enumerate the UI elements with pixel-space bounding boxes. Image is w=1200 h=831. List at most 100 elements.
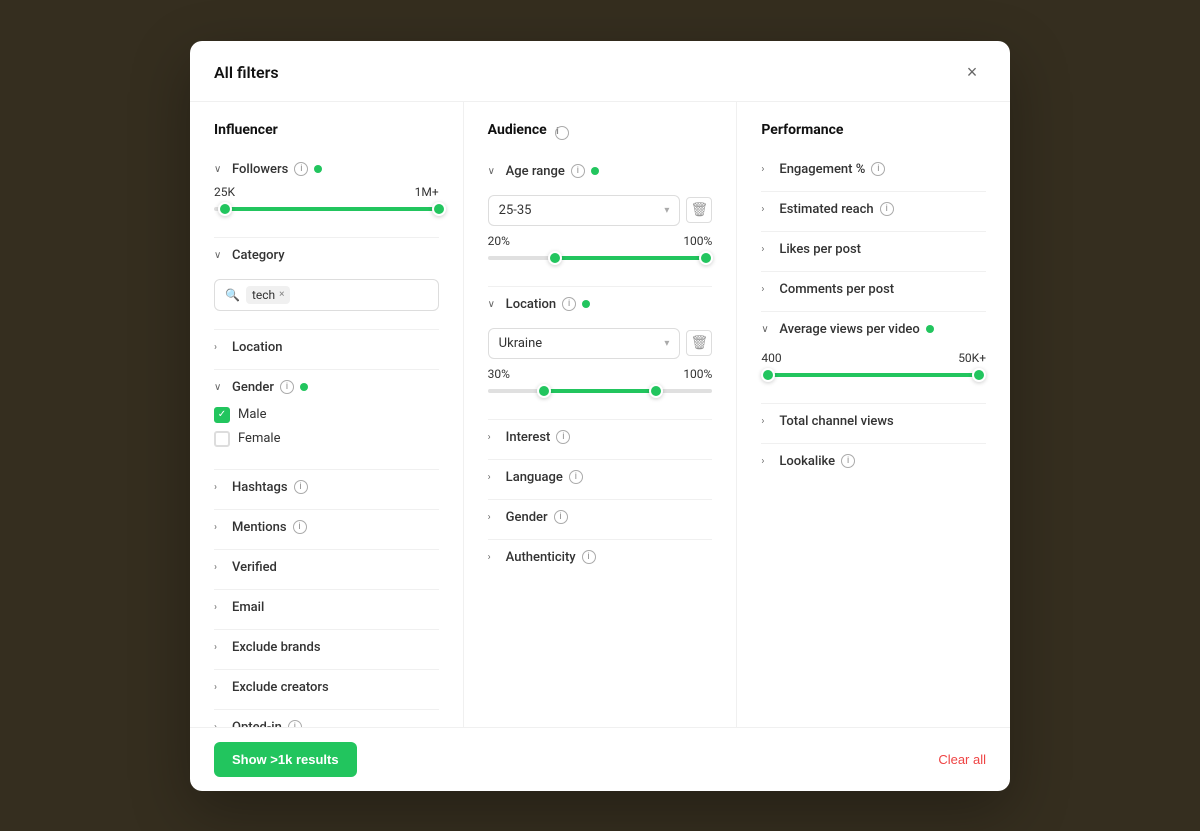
avg-views-max-label: 50K+ <box>958 351 986 365</box>
audience-location-info-icon[interactable]: i <box>562 297 576 311</box>
avg-views-slider-track[interactable] <box>761 373 986 377</box>
opted-in-label: Opted-in <box>232 720 282 727</box>
followers-section-header[interactable]: ∨ Followers i <box>214 154 439 185</box>
avg-views-header[interactable]: ∨ Average views per video <box>761 314 986 345</box>
performance-column: Performance › Engagement % i › Estimated… <box>737 102 1010 727</box>
avg-views-thumb-left[interactable] <box>761 368 775 382</box>
interest-info-icon[interactable]: i <box>556 430 570 444</box>
audience-location-slider-track[interactable] <box>488 389 713 393</box>
mentions-info-icon[interactable]: i <box>293 520 307 534</box>
followers-section: ∨ Followers i 25K 1M+ <box>214 154 439 231</box>
category-tag-remove[interactable]: × <box>279 289 284 300</box>
age-range-select[interactable]: 25-35 ▾ <box>488 195 681 226</box>
followers-slider-track[interactable] <box>214 207 439 211</box>
followers-thumb-right[interactable] <box>432 202 446 216</box>
comments-per-post-header[interactable]: › Comments per post <box>761 274 986 305</box>
audience-gender-header[interactable]: › Gender i <box>488 502 713 533</box>
engagement-section: › Engagement % i <box>761 154 986 185</box>
influencer-gender-dot <box>300 383 308 391</box>
category-section-header[interactable]: ∨ Category <box>214 240 439 271</box>
comments-per-post-section: › Comments per post <box>761 274 986 305</box>
age-range-max-label: 100% <box>683 234 712 248</box>
show-results-button[interactable]: Show >1k results <box>214 742 357 777</box>
exclude-brands-header[interactable]: › Exclude brands <box>214 632 439 663</box>
hashtags-info-icon[interactable]: i <box>294 480 308 494</box>
age-range-thumb-right[interactable] <box>699 251 713 265</box>
clear-all-button[interactable]: Clear all <box>938 752 986 767</box>
age-range-min-label: 20% <box>488 234 510 248</box>
likes-per-post-header[interactable]: › Likes per post <box>761 234 986 265</box>
all-filters-modal: All filters × Influencer ∨ Followers i 2… <box>190 41 1010 791</box>
audience-location-min-label: 30% <box>488 367 510 381</box>
exclude-brands-label: Exclude brands <box>232 640 321 655</box>
total-channel-views-header[interactable]: › Total channel views <box>761 406 986 437</box>
audience-location-header[interactable]: ∨ Location i <box>488 289 713 320</box>
audience-location-thumb-left[interactable] <box>537 384 551 398</box>
age-range-header[interactable]: ∨ Age range i <box>488 156 713 187</box>
close-button[interactable]: × <box>958 59 986 87</box>
estimated-reach-info-icon[interactable]: i <box>880 202 894 216</box>
audience-location-max-label: 100% <box>683 367 712 381</box>
age-range-slider-track[interactable] <box>488 256 713 260</box>
followers-thumb-left[interactable] <box>218 202 232 216</box>
influencer-gender-header[interactable]: ∨ Gender i <box>214 372 439 403</box>
category-search-box[interactable]: 🔍 tech × <box>214 279 439 311</box>
verified-header[interactable]: › Verified <box>214 552 439 583</box>
category-section: ∨ Category 🔍 tech × <box>214 240 439 323</box>
email-chevron: › <box>214 602 226 613</box>
exclude-creators-header[interactable]: › Exclude creators <box>214 672 439 703</box>
authenticity-header[interactable]: › Authenticity i <box>488 542 713 573</box>
avg-views-slider-fill <box>768 373 979 377</box>
followers-max-label: 1M+ <box>415 185 439 199</box>
email-header[interactable]: › Email <box>214 592 439 623</box>
followers-slider-content: 25K 1M+ <box>214 185 439 211</box>
followers-info-icon[interactable]: i <box>294 162 308 176</box>
language-info-icon[interactable]: i <box>569 470 583 484</box>
age-range-info-icon[interactable]: i <box>571 164 585 178</box>
lookalike-header[interactable]: › Lookalike i <box>761 446 986 477</box>
male-checkbox[interactable] <box>214 407 230 423</box>
audience-gender-info-icon[interactable]: i <box>554 510 568 524</box>
audience-location-slider-fill <box>544 389 656 393</box>
audience-location-thumb-right[interactable] <box>649 384 663 398</box>
age-range-thumb-left[interactable] <box>548 251 562 265</box>
audience-location-select[interactable]: Ukraine ▾ <box>488 328 681 359</box>
hashtags-chevron: › <box>214 482 226 493</box>
audience-location-label: Location <box>506 297 556 312</box>
verified-section: › Verified <box>214 552 439 583</box>
mentions-header[interactable]: › Mentions i <box>214 512 439 543</box>
estimated-reach-header[interactable]: › Estimated reach i <box>761 194 986 225</box>
followers-active-dot <box>314 165 322 173</box>
engagement-info-icon[interactable]: i <box>871 162 885 176</box>
interest-section: › Interest i <box>488 422 713 453</box>
avg-views-section: ∨ Average views per video 400 50K+ <box>761 314 986 397</box>
influencer-gender-info-icon[interactable]: i <box>280 380 294 394</box>
male-label: Male <box>238 407 266 422</box>
female-checkbox[interactable] <box>214 431 230 447</box>
likes-per-post-section: › Likes per post <box>761 234 986 265</box>
influencer-location-header[interactable]: › Location <box>214 332 439 363</box>
lookalike-info-icon[interactable]: i <box>841 454 855 468</box>
influencer-gender-chevron-down: ∨ <box>214 382 226 393</box>
authenticity-info-icon[interactable]: i <box>582 550 596 564</box>
language-header[interactable]: › Language i <box>488 462 713 493</box>
gender-female-row[interactable]: Female <box>214 427 439 451</box>
estimated-reach-section: › Estimated reach i <box>761 194 986 225</box>
age-range-label: Age range <box>506 164 565 179</box>
avg-views-thumb-right[interactable] <box>972 368 986 382</box>
hashtags-header[interactable]: › Hashtags i <box>214 472 439 503</box>
age-range-section: ∨ Age range i 25-35 ▾ 🗑 20% <box>488 156 713 280</box>
interest-label: Interest <box>506 430 551 445</box>
gender-male-row[interactable]: Male <box>214 403 439 427</box>
age-range-clear-button[interactable]: 🗑 <box>686 197 712 223</box>
category-search-icon: 🔍 <box>225 288 240 302</box>
opted-in-header[interactable]: › Opted-in i <box>214 712 439 727</box>
lookalike-section: › Lookalike i <box>761 446 986 477</box>
audience-info-icon[interactable]: i <box>555 126 569 140</box>
interest-header[interactable]: › Interest i <box>488 422 713 453</box>
modal-footer: Show >1k results Clear all <box>190 727 1010 791</box>
engagement-header[interactable]: › Engagement % i <box>761 154 986 185</box>
audience-location-clear-button[interactable]: 🗑 <box>686 330 712 356</box>
followers-min-label: 25K <box>214 185 235 199</box>
followers-label: Followers <box>232 162 288 177</box>
